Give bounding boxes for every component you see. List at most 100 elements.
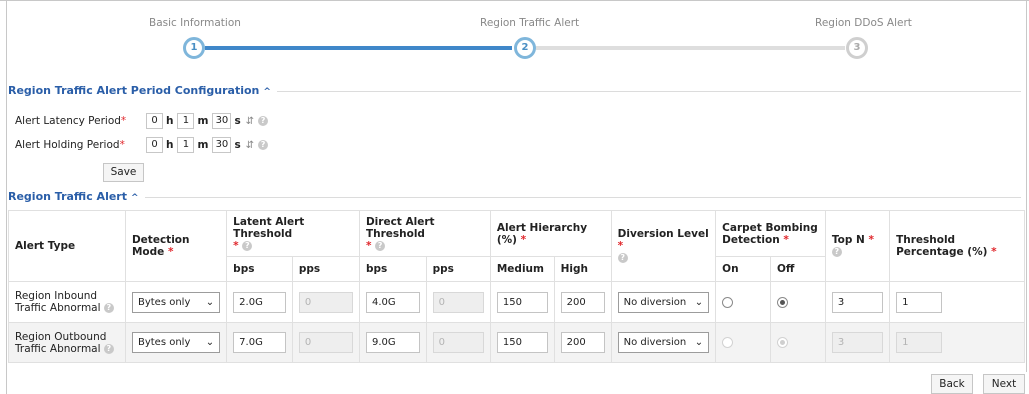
carpet-bombing-off-radio [777, 337, 788, 348]
holding-seconds-input[interactable]: 30 [212, 137, 232, 153]
alert-latency-period-row: Alert Latency Period* 0 h 1 m 30 s ⇵ ? [15, 112, 269, 130]
subheader-medium: Medium [489, 256, 555, 282]
step-1-indicator[interactable]: 1 [183, 37, 205, 59]
header-latent-threshold: Latent Alert Threshold * ? [226, 210, 360, 257]
help-icon[interactable]: ? [242, 240, 253, 251]
latent-pps-input: 0 [298, 291, 353, 313]
period-section-title-text: Region Traffic Alert Period Configuratio… [8, 84, 260, 97]
frame-right-border [1026, 0, 1027, 372]
threshold-percentage-input[interactable]: 1 [896, 291, 943, 313]
latency-minutes-input[interactable]: 1 [177, 113, 195, 129]
chevron-down-icon: ⌄ [205, 296, 215, 308]
hierarchy-high-input[interactable]: 200 [560, 332, 605, 353]
help-icon[interactable]: ? [103, 343, 114, 354]
carpet-bombing-on-radio [722, 337, 734, 348]
latent-bps-input[interactable]: 2.0G [233, 291, 286, 313]
diversion-level-select[interactable]: No diversion ⌄ [617, 332, 710, 353]
detection-mode-cell: Bytes only ⌄ [124, 281, 228, 323]
latent-bps-input[interactable]: 7.0G [233, 332, 286, 353]
detection-mode-select[interactable]: Bytes only ⌄ [131, 291, 221, 313]
latency-seconds-input[interactable]: 30 [212, 113, 232, 129]
section-divider [8, 197, 1021, 198]
help-icon[interactable]: ? [258, 116, 269, 126]
step-label-basic-information: Basic Information [149, 17, 241, 29]
subheader-latent-pps: pps [291, 256, 360, 282]
direct-bps-input[interactable]: 4.0G [365, 291, 420, 313]
direct-pps-input: 0 [432, 291, 484, 313]
step-connector-pending [536, 46, 845, 50]
alert-holding-period-row: Alert Holding Period* 0 h 1 m 30 s ⇵ ? [15, 136, 269, 154]
hours-unit: h [166, 115, 174, 127]
header-direct-threshold: Direct Alert Threshold * ? [358, 210, 491, 257]
help-icon[interactable]: ? [258, 140, 269, 150]
subheader-direct-bps: bps [358, 256, 427, 282]
seconds-unit: s [234, 115, 241, 127]
threshold-percentage-input: 1 [896, 332, 943, 353]
chevron-down-icon: ⌄ [205, 337, 215, 348]
table-row: Region Outbound Traffic Abnormal ? Bytes… [8, 322, 1025, 363]
back-button[interactable]: Back [931, 374, 973, 394]
traffic-alert-section-title-text: Region Traffic Alert [8, 190, 127, 203]
subheader-direct-pps: pps [425, 256, 491, 282]
step-3-indicator[interactable]: 3 [846, 37, 868, 59]
header-diversion-level: Diversion Level *? [610, 210, 717, 282]
help-icon[interactable]: ? [375, 240, 386, 251]
minutes-unit: m [197, 139, 209, 151]
direct-pps-input: 0 [432, 332, 484, 353]
frame-left-border [6, 0, 7, 394]
step-label-region-traffic-alert: Region Traffic Alert [480, 17, 580, 29]
save-button[interactable]: Save [103, 163, 144, 182]
next-button[interactable]: Next [983, 374, 1025, 394]
carpet-bombing-off-radio[interactable] [777, 296, 788, 308]
spinner-icon[interactable]: ⇵ [246, 140, 254, 151]
period-section-title[interactable]: Region Traffic Alert Period Configuratio… [8, 84, 277, 97]
holding-hours-input[interactable]: 0 [146, 137, 163, 153]
table-header-row: Alert Type Detection Mode * Latent Alert… [8, 210, 1025, 282]
carpet-bombing-on-radio[interactable] [722, 296, 734, 308]
frame-top-border [0, 0, 1029, 1]
collapse-caret-icon[interactable]: ^ [263, 87, 271, 97]
spinner-icon[interactable]: ⇵ [246, 116, 254, 127]
subheader-off: Off [770, 256, 826, 282]
top-n-input[interactable]: 3 [831, 291, 884, 313]
help-icon[interactable]: ? [103, 303, 114, 313]
alert-type-cell: Region Outbound Traffic Abnormal ? [8, 322, 126, 363]
chevron-down-icon: ⌄ [694, 296, 704, 308]
diversion-level-select[interactable]: No diversion ⌄ [617, 291, 710, 313]
traffic-alert-section-title[interactable]: Region Traffic Alert ^ [8, 190, 145, 203]
header-top-n: Top N *? [824, 210, 891, 282]
collapse-caret-icon[interactable]: ^ [131, 193, 139, 203]
seconds-unit: s [234, 139, 241, 151]
alert-type-cell: Region Inbound Traffic Abnormal ? [8, 281, 126, 323]
step-label-region-ddos-alert: Region DDoS Alert [815, 17, 912, 29]
subheader-on: On [715, 256, 771, 282]
minutes-unit: m [197, 115, 209, 127]
step-2-indicator[interactable]: 2 [514, 37, 536, 59]
table-row: Region Inbound Traffic Abnormal ? Bytes … [8, 281, 1025, 323]
help-icon[interactable]: ? [831, 247, 842, 257]
hierarchy-medium-input[interactable]: 150 [496, 332, 548, 353]
hierarchy-medium-input[interactable]: 150 [496, 291, 548, 313]
subheader-latent-bps: bps [226, 256, 293, 282]
step-connector-done [205, 46, 512, 50]
latent-pps-input: 0 [298, 332, 353, 353]
header-detection-mode: Detection Mode * [124, 210, 228, 282]
alert-latency-period-label: Alert Latency Period* [15, 115, 127, 127]
header-alert-hierarchy: Alert Hierarchy (%) * [489, 210, 612, 257]
header-threshold-percentage: Threshold Percentage (%) * [889, 210, 1025, 282]
help-icon[interactable]: ? [617, 253, 628, 263]
chevron-down-icon: ⌄ [694, 337, 704, 348]
alert-holding-period-label: Alert Holding Period* [15, 139, 125, 151]
hours-unit: h [166, 139, 174, 151]
header-carpet-bombing: Carpet Bombing Detection * [715, 210, 826, 257]
direct-bps-input[interactable]: 9.0G [365, 332, 420, 353]
header-alert-type: Alert Type [8, 210, 126, 282]
traffic-alert-table: Alert Type Detection Mode * Latent Alert… [8, 210, 1025, 363]
detection-mode-cell: Bytes only ⌄ [124, 322, 228, 363]
subheader-high: High [553, 256, 612, 282]
hierarchy-high-input[interactable]: 200 [560, 291, 605, 313]
holding-minutes-input[interactable]: 1 [177, 137, 195, 153]
detection-mode-select[interactable]: Bytes only ⌄ [131, 332, 221, 353]
top-n-input: 3 [831, 332, 884, 353]
latency-hours-input[interactable]: 0 [146, 113, 163, 129]
